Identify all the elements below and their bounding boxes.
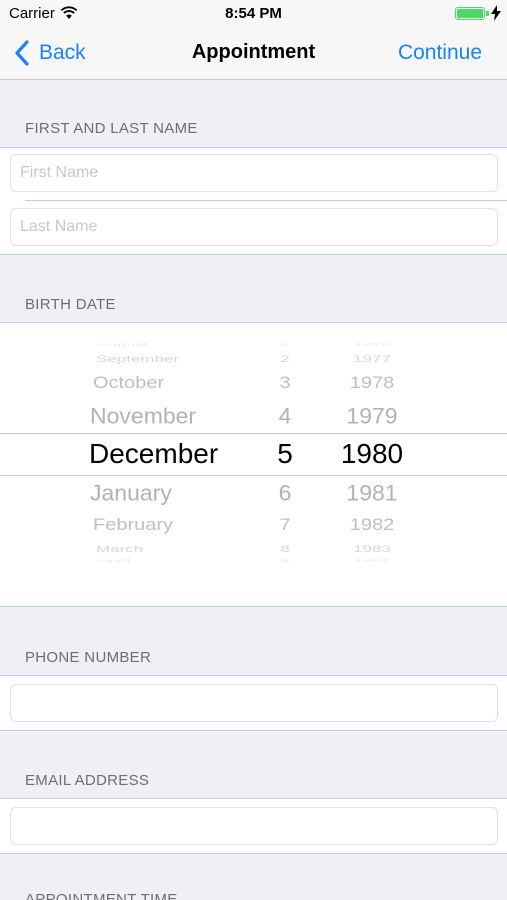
picker-row[interactable]: April 9 1984 <box>0 541 507 581</box>
picker-row[interactable]: November 4 1979 <box>0 396 507 436</box>
first-name-field[interactable] <box>10 154 498 192</box>
name-section-header: FIRST AND LAST NAME <box>25 120 198 137</box>
email-address-field[interactable] <box>10 807 498 845</box>
picker-year: 1979 <box>346 403 398 429</box>
picker-year: 1978 <box>349 373 395 393</box>
appointment-time-section-header: APPOINTMENT TIME <box>25 891 178 900</box>
status-bar: Carrier 8:54 PM <box>0 0 507 28</box>
charging-bolt-icon <box>491 5 501 21</box>
email-section-header: EMAIL ADDRESS <box>25 772 150 789</box>
birth-date-bottom-divider <box>0 606 507 607</box>
phone-section-header: PHONE NUMBER <box>25 649 152 666</box>
navigation-bar: Back Appointment Continue <box>0 28 507 80</box>
picker-day: 5 <box>277 438 293 469</box>
phone-section-bottom-divider <box>0 730 507 731</box>
last-name-field[interactable] <box>10 208 498 246</box>
battery-icon <box>455 7 485 20</box>
continue-button[interactable]: Continue <box>398 41 482 65</box>
picker-day: 9 <box>280 558 290 564</box>
picker-day: 4 <box>278 403 292 429</box>
name-section-bottom-divider <box>0 254 507 255</box>
picker-day: 3 <box>279 373 291 393</box>
status-time: 8:54 PM <box>225 5 282 22</box>
name-field-separator <box>25 200 507 201</box>
phone-number-field[interactable] <box>10 684 498 722</box>
birth-date-section-header: BIRTH DATE <box>25 296 116 313</box>
battery-tip <box>486 11 489 16</box>
picker-selected-row[interactable]: December 5 1980 <box>0 434 507 474</box>
picker-year: 1984 <box>354 558 390 564</box>
picker-year: 1980 <box>340 438 404 469</box>
birth-date-picker[interactable]: August 1 1976 September 2 1977 October 3 1978 Nov… <box>0 323 507 606</box>
email-section-bottom-divider <box>0 853 507 854</box>
appointment-screen: Carrier 8:54 PM Back Appointment Continu… <box>0 0 507 900</box>
